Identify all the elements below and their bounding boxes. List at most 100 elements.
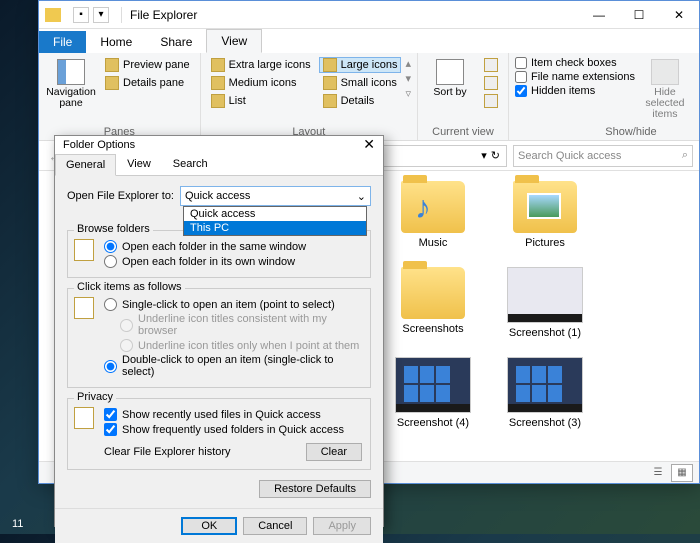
radio-own-window[interactable]: Open each folder in its own window [76, 254, 362, 269]
list-button[interactable]: List [207, 93, 315, 109]
list-icon [211, 94, 225, 108]
tab-search[interactable]: Search [162, 153, 219, 175]
ok-button[interactable]: OK [181, 517, 237, 535]
open-to-label: Open File Explorer to: [67, 190, 174, 202]
chevron-down-icon: ⌄ [357, 190, 366, 203]
maximize-button[interactable]: ☐ [619, 1, 659, 29]
hidden-items-toggle[interactable]: Hidden items [515, 85, 635, 97]
dropdown-option-this-pc[interactable]: This PC [184, 221, 366, 235]
file-screenshot-1[interactable]: Screenshot (1) [501, 267, 589, 339]
refresh-icon[interactable]: ↻ [491, 149, 500, 162]
click-icon [74, 297, 94, 319]
thumbnail-icon [507, 357, 583, 413]
tab-view[interactable]: View [206, 29, 262, 53]
titlebar: ▪ ▾ File Explorer — ☐ ✕ [39, 1, 699, 29]
apply-button[interactable]: Apply [313, 517, 371, 535]
radio-single-click[interactable]: Single-click to open an item (point to s… [76, 297, 362, 312]
preview-pane-button[interactable]: Preview pane [101, 57, 194, 73]
ribbon-tabs: File Home Share View [39, 29, 699, 53]
xlarge-icon [211, 58, 225, 72]
folder-icon [45, 8, 61, 22]
ribbon: Navigation pane Preview pane Details pan… [39, 53, 699, 141]
privacy-icon [74, 407, 94, 429]
medium-icons-button[interactable]: Medium icons [207, 75, 315, 91]
groupby-icon [484, 58, 498, 72]
minimize-button[interactable]: — [579, 1, 619, 29]
restore-defaults-button[interactable]: Restore Defaults [259, 480, 371, 498]
item-checkboxes-toggle[interactable]: Item check boxes [515, 57, 635, 69]
group-layout: Extra large icons Medium icons List Larg… [201, 53, 418, 140]
clear-history-label: Clear File Explorer history [104, 446, 231, 458]
open-to-dropdown: Quick access This PC [183, 206, 367, 236]
quick-access-toolbar: ▪ ▾ [73, 7, 109, 23]
large-icon [323, 58, 337, 72]
tab-file[interactable]: File [39, 31, 86, 53]
browse-folders-group: Browse folders Open each folder in the s… [67, 230, 371, 278]
sizecol-icon [484, 94, 498, 108]
sort-icon [436, 59, 464, 85]
search-icon: ⌕ [682, 149, 688, 162]
radio-double-click[interactable]: Double-click to open an item (single-cli… [76, 353, 362, 379]
cancel-button[interactable]: Cancel [243, 517, 307, 535]
tab-general[interactable]: General [55, 154, 116, 176]
radio-underline-point: Underline icon titles only when I point … [76, 338, 362, 353]
check-recent-files[interactable]: Show recently used files in Quick access [76, 407, 362, 422]
open-to-select[interactable]: Quick access ⌄ [180, 186, 371, 206]
qat-properties-icon[interactable]: ▪ [73, 7, 89, 23]
folder-music[interactable]: ♪ Music [389, 181, 477, 249]
group-panes: Navigation pane Preview pane Details pan… [39, 53, 201, 140]
browse-icon [74, 239, 94, 261]
add-columns-button[interactable] [480, 75, 502, 91]
scroll-down-icon[interactable]: ▾ [405, 72, 411, 85]
taskbar-time: 11 [12, 518, 23, 530]
folder-screenshots[interactable]: Screenshots [389, 267, 477, 339]
dialog-footer: OK Cancel Apply [55, 508, 383, 543]
hide-selected-button: Hide selected items [639, 55, 691, 120]
group-show-hide: Item check boxes File name extensions Hi… [509, 53, 700, 140]
dropdown-option-quick-access[interactable]: Quick access [184, 207, 366, 221]
nav-pane-icon [57, 59, 85, 85]
dialog-close-button[interactable]: ✕ [363, 136, 375, 153]
close-button[interactable]: ✕ [659, 1, 699, 29]
file-extensions-toggle[interactable]: File name extensions [515, 71, 635, 83]
details-pane-button[interactable]: Details pane [101, 75, 194, 91]
icons-view-icon[interactable]: ▦ [671, 464, 693, 482]
medium-icon [211, 76, 225, 90]
search-input[interactable]: Search Quick access ⌕ [513, 145, 693, 167]
details-icon [323, 94, 337, 108]
small-icons-button[interactable]: Small icons [319, 75, 402, 91]
tab-share[interactable]: Share [146, 31, 206, 53]
folder-icon: ♪ [401, 181, 465, 233]
details-view-button[interactable]: Details [319, 93, 402, 109]
addcol-icon [484, 76, 498, 90]
file-screenshot-4[interactable]: Screenshot (4) [389, 357, 477, 429]
details-pane-icon [105, 76, 119, 90]
size-columns-button[interactable] [480, 93, 502, 109]
thumbnail-icon [507, 267, 583, 323]
options-button[interactable]: ✓ Options [695, 55, 700, 98]
file-screenshot-3[interactable]: Screenshot (3) [501, 357, 589, 429]
folder-pictures[interactable]: Pictures [501, 181, 589, 249]
hide-icon [651, 59, 679, 85]
sort-by-button[interactable]: Sort by [424, 55, 476, 98]
preview-pane-icon [105, 58, 119, 72]
check-frequent-folders[interactable]: Show frequently used folders in Quick ac… [76, 422, 362, 437]
folder-icon [401, 267, 465, 319]
details-view-icon[interactable]: ☰ [647, 464, 669, 482]
tab-view[interactable]: View [116, 153, 162, 175]
clear-button[interactable]: Clear [306, 443, 362, 461]
window-title: File Explorer [126, 8, 579, 22]
group-by-button[interactable] [480, 57, 502, 73]
picture-icon [527, 193, 561, 219]
tab-home[interactable]: Home [86, 31, 146, 53]
expand-icon[interactable]: ▿ [405, 87, 411, 100]
qat-new-folder-icon[interactable]: ▾ [93, 7, 109, 23]
separator [121, 7, 122, 23]
navigation-pane-button[interactable]: Navigation pane [45, 55, 97, 109]
small-icon [323, 76, 337, 90]
scroll-up-icon[interactable]: ▴ [405, 57, 411, 70]
dropdown-icon[interactable]: ▾ [481, 149, 487, 162]
extra-large-icons-button[interactable]: Extra large icons [207, 57, 315, 73]
radio-same-window[interactable]: Open each folder in the same window [76, 239, 362, 254]
large-icons-button[interactable]: Large icons [319, 57, 402, 73]
